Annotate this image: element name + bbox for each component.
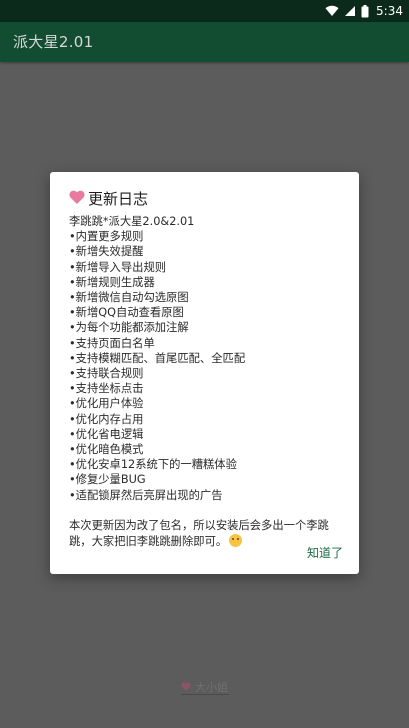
app-title: 派大星2.01	[13, 33, 94, 51]
ok-button[interactable]: 知道了	[307, 544, 343, 561]
dialog-body: 李跳跳*派大星2.0&2.01 •内置更多规则 •新增失效提醒 •新增导入导出规…	[69, 214, 349, 551]
changelog-line: •支持页面白名单	[69, 336, 155, 350]
changelog-line: •为每个功能都添加注解	[69, 321, 189, 335]
note-text: 本次更新因为改了包名，所以安装后会多出一个李跳跳，大家把旧李跳跳删除即可。	[69, 518, 329, 549]
status-bar: 5:34	[0, 0, 409, 22]
changelog-line: •内置更多规则	[69, 230, 144, 244]
app-bar: 派大星2.01	[0, 22, 409, 62]
heart-icon	[181, 681, 191, 694]
wifi-icon	[325, 5, 339, 17]
changelog-line: •优化省电逻辑	[69, 427, 144, 441]
dialog-header: 更新日志	[69, 188, 148, 208]
dialog-title: 更新日志	[88, 189, 149, 208]
battery-icon	[361, 4, 369, 18]
changelog-line: •优化暗色模式	[69, 443, 144, 457]
changelog-line: 李跳跳*派大星2.0&2.01	[69, 215, 195, 228]
changelog-dialog: 更新日志 李跳跳*派大星2.0&2.01 •内置更多规则 •新增失效提醒 •新增…	[50, 172, 359, 574]
changelog-line: •支持坐标点击	[69, 382, 144, 396]
changelog-line: •优化安卓12系统下的一糟糕体验	[69, 458, 237, 472]
changelog-line: •优化用户体验	[69, 397, 144, 411]
heart-icon	[69, 189, 85, 208]
changelog-line: •新增QQ自动查看原图	[69, 306, 184, 320]
footer-underline	[181, 694, 229, 695]
changelog-line: •修复少量BUG	[69, 473, 146, 487]
changelog-line: •优化内存占用	[69, 412, 144, 426]
changelog-line: •新增失效提醒	[69, 245, 144, 259]
status-time: 5:34	[376, 4, 403, 18]
signal-icon	[344, 5, 356, 17]
changelog-line: •支持模糊匹配、首尾匹配、全匹配	[69, 351, 246, 365]
changelog-line: •新增导入导出规则	[69, 260, 167, 274]
changelog-line: •支持联合规则	[69, 367, 144, 381]
changelog-line: •适配锁屏然后亮屏出现的广告	[69, 488, 223, 502]
status-icons: 5:34	[325, 3, 403, 19]
changelog-line: •新增规则生成器	[69, 275, 155, 289]
footer-label: 大小姐	[195, 681, 228, 694]
changelog-line: •新增微信自动勾选原图	[69, 291, 189, 305]
footer-logo: 大小姐	[0, 677, 409, 697]
smile-emoji-icon	[229, 534, 243, 548]
